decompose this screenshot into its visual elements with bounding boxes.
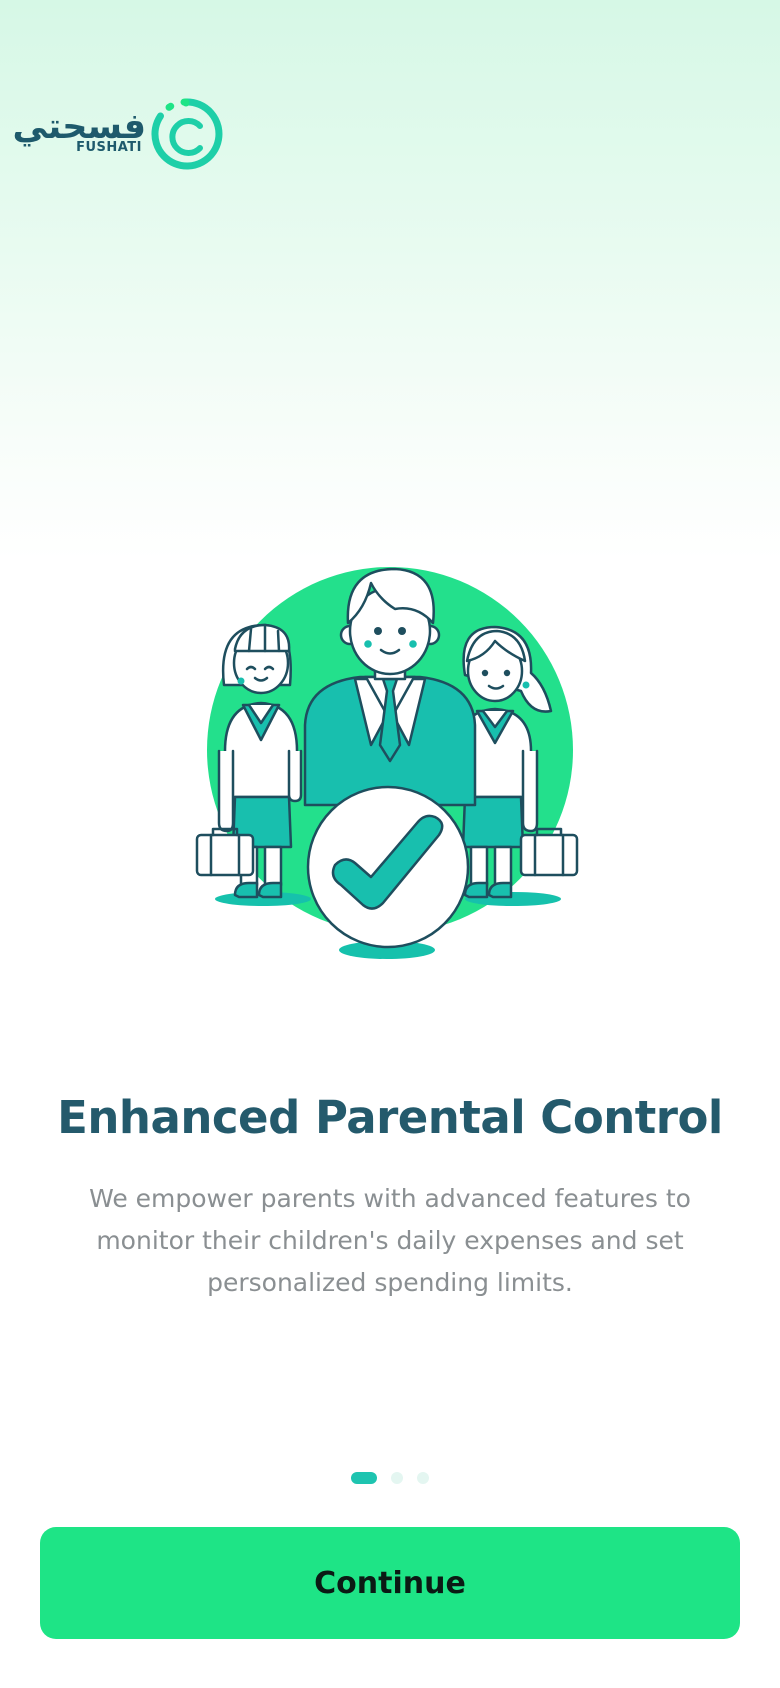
continue-button[interactable]: Continue [40,1527,740,1639]
logo-mark-icon [151,98,223,170]
checkmark-badge-icon [306,785,470,949]
onboarding-description: We empower parents with advanced feature… [89,1184,691,1297]
logo-latin-text: FUSHATI [76,140,142,155]
page-dot-1[interactable] [351,1472,377,1484]
parental-control-illustration [195,567,579,959]
onboarding-title: Enhanced Parental Control [57,1091,723,1144]
page-dot-2[interactable] [391,1472,403,1484]
page-indicator [0,1471,780,1485]
page-dot-3[interactable] [417,1472,429,1484]
fushati-logo: فسحتي FUSHATI [13,96,223,176]
logo-wordmark: فسحتي FUSHATI [13,96,147,176]
